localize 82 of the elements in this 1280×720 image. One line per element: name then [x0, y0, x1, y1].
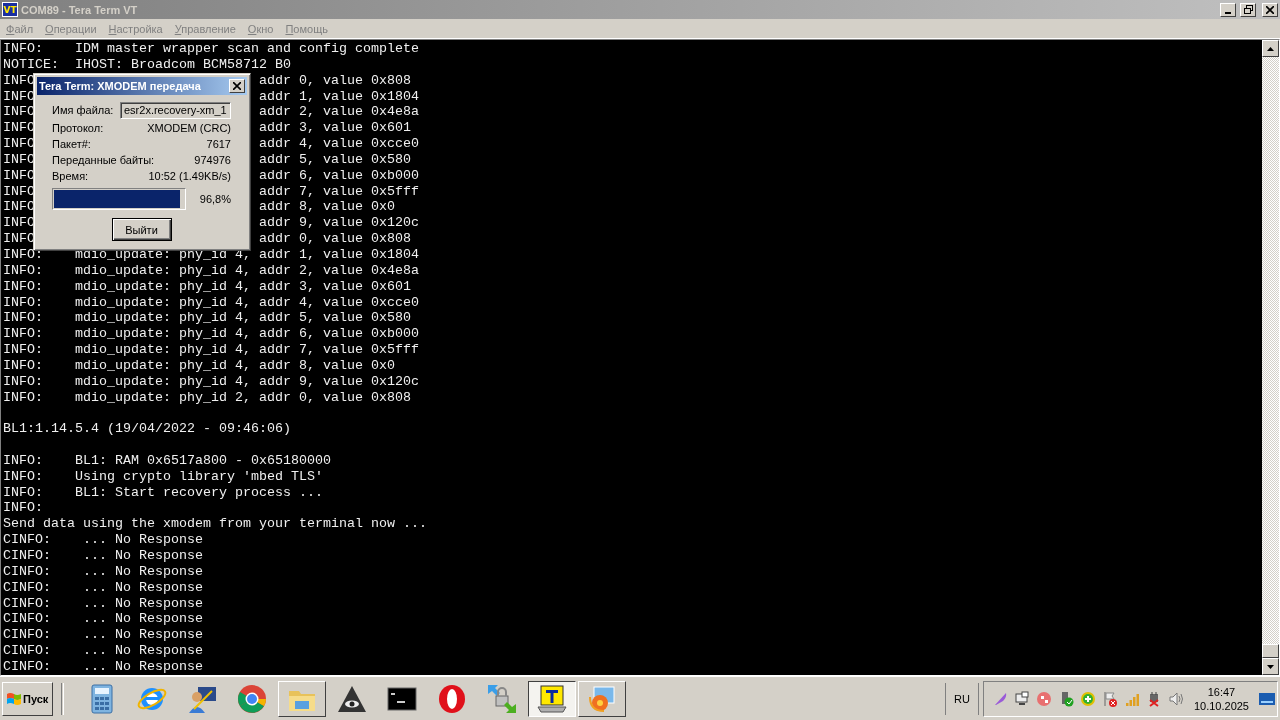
field-label: Имя файла:: [52, 104, 114, 116]
terminal-line: addr 4, value 0xcce0: [259, 136, 419, 152]
terminal-line: NOTICE: IHOST: Broadcom BCM58712 B0: [3, 56, 291, 73]
terminal-line: CINFO: ... No Response: [3, 579, 203, 596]
app-icon: VT: [2, 2, 18, 17]
close-icon: [233, 82, 241, 90]
close-button[interactable]: [229, 79, 245, 93]
terminal-line: CINFO: ... No Response: [3, 563, 203, 580]
terminal-line: Send data using the xmodem from your terminal now ...: [3, 516, 427, 533]
desktop-icon: [1259, 691, 1275, 706]
file-name-field[interactable]: esr2x.recovery-xm_1: [120, 101, 231, 119]
close-icon: [1266, 5, 1274, 14]
terminal-line: addr 5, value 0x580: [259, 151, 411, 168]
flag-error-icon: [1101, 690, 1118, 707]
field-label: Время:: [52, 170, 89, 182]
scrollbar[interactable]: [1262, 40, 1279, 675]
scroll-thumb[interactable]: [1262, 644, 1279, 658]
restore-button[interactable]: [1240, 2, 1256, 17]
terminal-line: INFO: mdio_update: phy_id 4, addr 4, value 0xcce0: [3, 294, 419, 311]
terminal-line: BL1:1.14.5.4 (19/04/2022 - 09:46:06): [3, 421, 291, 438]
clock-date[interactable]: 10.10.2025: [1193, 698, 1249, 713]
exit-button[interactable]: Выйти: [111, 218, 172, 241]
terminal-line: INFO: mdio_update: phy_id 4, addr 8, value 0x0: [3, 357, 395, 374]
scroll-down-button[interactable]: [1262, 658, 1279, 675]
restore-icon: [1243, 5, 1253, 14]
progress-reading: 96,8%: [199, 193, 231, 205]
terminal-line: CINFO: ... No Response: [3, 658, 203, 675]
terminal-line: INFO: BL1: RAM 0x6517a800 - 0x65180000: [3, 452, 331, 469]
field-label: Протокол:: [52, 122, 104, 134]
lock-arrows-icon: [486, 682, 518, 715]
terminal-line: INFO: mdio_update: phy_id 4, addr 3, value 0x601: [3, 278, 411, 295]
terminal-line: CINFO: ... No Response: [3, 627, 203, 644]
field-value: 10:52 (1.49KB/s): [148, 170, 231, 182]
terminal-line: addr 8, value 0x0: [259, 199, 395, 216]
scroll-up-button[interactable]: [1262, 40, 1279, 57]
terminal-line: addr 1, value 0x1804: [259, 88, 419, 105]
terminal-line: INFO: Using crypto library 'mbed TLS': [3, 468, 323, 485]
terminal-line: CINFO: ... No Response: [3, 643, 203, 659]
field-label: Переданные байты:: [52, 154, 155, 166]
terminal-line: INFO: mdio_update: phy_id 4, addr 5, value 0x580: [3, 310, 411, 327]
taskbar-button[interactable]: [528, 680, 576, 717]
field-value: 974976: [194, 154, 231, 166]
network-computer-icon: [1013, 690, 1030, 707]
terminal-line: addr 2, value 0x4e8a: [259, 104, 419, 121]
field-value: XMODEM (CRC): [147, 122, 231, 134]
speaker-icon: [1167, 690, 1184, 707]
terminal-line: INFO: mdio_update: phy_id 4, addr 7, value 0x5fff: [3, 342, 419, 358]
terminal-line: CINFO: ... No Response: [3, 548, 203, 564]
terminal-line: INFO: mdio_update: phy_id 4, addr 6, value 0xb000: [3, 326, 419, 343]
squares-circle-icon: [1035, 690, 1052, 707]
window-title: COM89 - Tera Term VT: [21, 3, 139, 16]
minimize-icon: [1225, 11, 1231, 14]
terminal-line: CINFO: ... No Response: [3, 532, 203, 548]
dialog-title: Tera Term: XMODEM передача: [39, 80, 201, 92]
terminal-line: CINFO: ... No Response: [3, 595, 203, 612]
language-indicator[interactable]: RU: [945, 682, 979, 715]
tera-term-icon: [536, 682, 568, 715]
close-button[interactable]: [1262, 2, 1278, 17]
terminal-line: INFO: BL1: Start recovery process ...: [3, 484, 323, 501]
down-arrow-icon: [1267, 664, 1274, 669]
plus-circle-icon: [1079, 690, 1096, 707]
field-label: Пакет#:: [52, 138, 91, 150]
opera-icon: [436, 682, 468, 715]
terminal-line: INFO: mdio_update: phy_id 2, addr 0, value 0x808: [3, 389, 411, 406]
windows-logo-icon: [6, 691, 22, 706]
field-value: 7617: [206, 138, 231, 150]
terminal-line: addr 6, value 0xb000: [259, 167, 419, 184]
terminal-line: CINFO: ... No Response: [3, 611, 203, 628]
start-button[interactable]: Пуск: [2, 681, 53, 716]
terminal-line: INFO:: [3, 500, 43, 517]
terminal-line: INFO: mdio_update: phy_id 4, addr 2, value 0x4e8a: [3, 262, 419, 279]
clock-time[interactable]: 16:47: [1207, 684, 1236, 699]
chrome-icon: [236, 682, 268, 715]
terminal-line: addr 3, value 0x601: [259, 120, 411, 137]
terminal-line: addr 7, value 0x5fff: [259, 183, 419, 200]
terminal-line: INFO: IDM master wrapper scan and config complete: [3, 41, 419, 57]
terminal-line: INFO: mdio_update: phy_id 4, addr 9, value 0x120c: [3, 373, 419, 390]
terminal-line: addr 0, value 0x808: [259, 231, 411, 247]
up-arrow-icon: [1267, 46, 1274, 51]
terminal-line: addr 0, value 0x808: [259, 72, 411, 89]
terminal-line: addr 9, value 0x120c: [259, 215, 419, 232]
minimize-button[interactable]: [1220, 2, 1236, 17]
